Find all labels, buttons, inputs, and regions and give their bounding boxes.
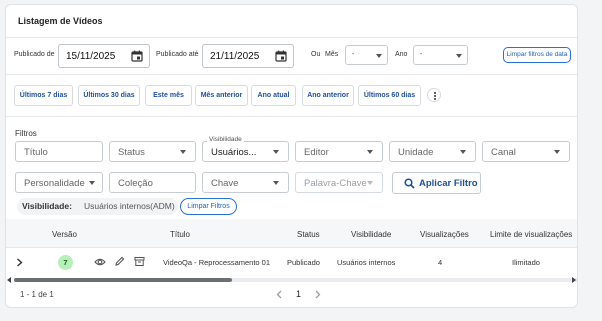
chevron-down-icon <box>89 181 95 185</box>
titulo-placeholder: Título <box>24 147 48 158</box>
filters-section-label: Filtros <box>15 129 37 138</box>
chevron-down-icon <box>460 150 466 154</box>
published-from-field[interactable]: 15/11/2025 <box>58 44 150 68</box>
more-options-icon[interactable] <box>427 88 441 102</box>
chevron-right-icon[interactable] <box>314 290 321 299</box>
status-select[interactable]: Status <box>109 141 196 162</box>
visibilidade-value: Usuários... <box>211 147 257 158</box>
col-visualizacoes[interactable]: Visualizações <box>420 230 469 239</box>
colecao-placeholder: Coleção <box>118 178 153 189</box>
year-label: Ano <box>395 51 408 58</box>
active-filter-chip: Visibilidade: Usuários internos(ADM) <box>17 198 178 215</box>
chip-current-year[interactable]: Ano atual <box>251 85 296 106</box>
date-divider <box>6 74 577 75</box>
page-title: Listagem de Vídeos <box>18 16 103 26</box>
active-filter-key: Visibilidade: <box>22 201 72 211</box>
scroll-left-icon[interactable] <box>7 277 11 283</box>
editor-placeholder: Editor <box>304 147 329 158</box>
cell-limite: Ilimitado <box>512 258 540 267</box>
videos-card: Listagem de Vídeos Publicado de 15/11/20… <box>5 4 578 308</box>
chip-previous-year[interactable]: Ano anterior <box>302 85 354 106</box>
published-from-value: 15/11/2025 <box>66 51 116 62</box>
published-to-field[interactable]: 21/11/2025 <box>202 44 294 68</box>
chip-last-7-days[interactable]: Últimos 7 dias <box>14 85 73 106</box>
col-status[interactable]: Status <box>297 230 320 239</box>
search-icon <box>404 178 415 189</box>
month-value: - <box>352 51 355 58</box>
current-page[interactable]: 1 <box>296 289 301 299</box>
version-badge: 7 <box>58 255 73 270</box>
year-select[interactable]: - <box>413 45 468 65</box>
clear-date-filters-button[interactable]: Limpar filtros de data <box>503 47 571 63</box>
visibilidade-label: Visibilidade <box>207 136 244 143</box>
chevron-down-icon <box>180 150 186 154</box>
archive-icon[interactable] <box>134 256 145 267</box>
clear-filters-button[interactable]: Limpar Filtros <box>180 198 237 215</box>
calendar-icon[interactable] <box>131 50 143 62</box>
chave-placeholder: Chave <box>211 178 239 189</box>
pagination-range: 1 - 1 de 1 <box>20 290 54 299</box>
col-versao[interactable]: Versão <box>52 230 77 239</box>
chave-select[interactable]: Chave <box>202 172 289 193</box>
month-select[interactable]: - <box>345 45 388 65</box>
chip-previous-month[interactable]: Mês anterior <box>195 85 248 106</box>
scroll-right-icon[interactable] <box>572 277 576 283</box>
chevron-down-icon <box>273 181 279 185</box>
chevron-down-icon <box>376 54 382 58</box>
published-from-label: Publicado de <box>14 51 55 58</box>
cell-status: Publicado <box>287 258 320 267</box>
apply-filter-button[interactable]: Aplicar Filtro <box>392 172 481 194</box>
scrollbar-thumb[interactable] <box>14 278 232 282</box>
col-titulo[interactable]: Título <box>170 230 190 239</box>
editor-select[interactable]: Editor <box>295 141 383 162</box>
chevron-down-icon <box>273 150 279 154</box>
canal-select[interactable]: Canal <box>482 141 570 162</box>
personalidade-select[interactable]: Personalidade <box>15 172 103 193</box>
calendar-icon[interactable] <box>275 50 287 62</box>
chip-last-30-days[interactable]: Últimos 30 dias <box>78 85 140 106</box>
published-to-label: Publicado até <box>156 51 199 58</box>
palavra-chave-select[interactable]: Palavra-Chave <box>295 172 383 193</box>
eye-icon[interactable] <box>94 257 106 267</box>
unidade-placeholder: Unidade <box>398 147 434 158</box>
personalidade-placeholder: Personalidade <box>24 178 85 189</box>
chevron-down-icon <box>456 54 462 58</box>
chevron-down-icon <box>554 150 560 154</box>
year-value: - <box>420 51 423 58</box>
published-to-value: 21/11/2025 <box>210 51 260 62</box>
chip-last-60-days[interactable]: Últimos 60 dias <box>358 85 421 106</box>
status-placeholder: Status <box>118 147 145 158</box>
titulo-input[interactable]: Título <box>15 141 103 162</box>
cell-visibilidade: Usuários internos <box>337 258 396 267</box>
cell-titulo[interactable]: VideoQa - Reprocessamento 01 <box>163 258 270 267</box>
or-label: Ou <box>311 51 321 58</box>
header-divider <box>6 247 577 248</box>
chips-divider <box>6 116 577 117</box>
chip-this-month[interactable]: Este mês <box>145 85 192 106</box>
palavra-chave-placeholder: Palavra-Chave <box>304 178 367 189</box>
cell-visualizacoes: 4 <box>438 258 443 267</box>
apply-filter-label: Aplicar Filtro <box>419 178 478 189</box>
chevron-down-icon <box>367 150 373 154</box>
canal-placeholder: Canal <box>491 147 516 158</box>
col-limite-visualizacoes[interactable]: Limite de visualizações <box>490 230 572 239</box>
unidade-select[interactable]: Unidade <box>389 141 476 162</box>
chevron-right-icon[interactable] <box>16 258 23 267</box>
title-divider <box>6 37 577 38</box>
horizontal-scrollbar[interactable] <box>14 278 577 282</box>
col-visibilidade[interactable]: Visibilidade <box>351 230 391 239</box>
visibilidade-select[interactable]: Visibilidade Usuários... <box>202 136 289 162</box>
colecao-input[interactable]: Coleção <box>109 172 196 193</box>
chevron-down-icon <box>367 181 373 185</box>
chevron-left-icon[interactable] <box>276 290 283 299</box>
active-filter-value: Usuários internos(ADM) <box>84 201 175 211</box>
pencil-icon[interactable] <box>114 256 125 267</box>
month-label: Mês <box>325 51 339 58</box>
